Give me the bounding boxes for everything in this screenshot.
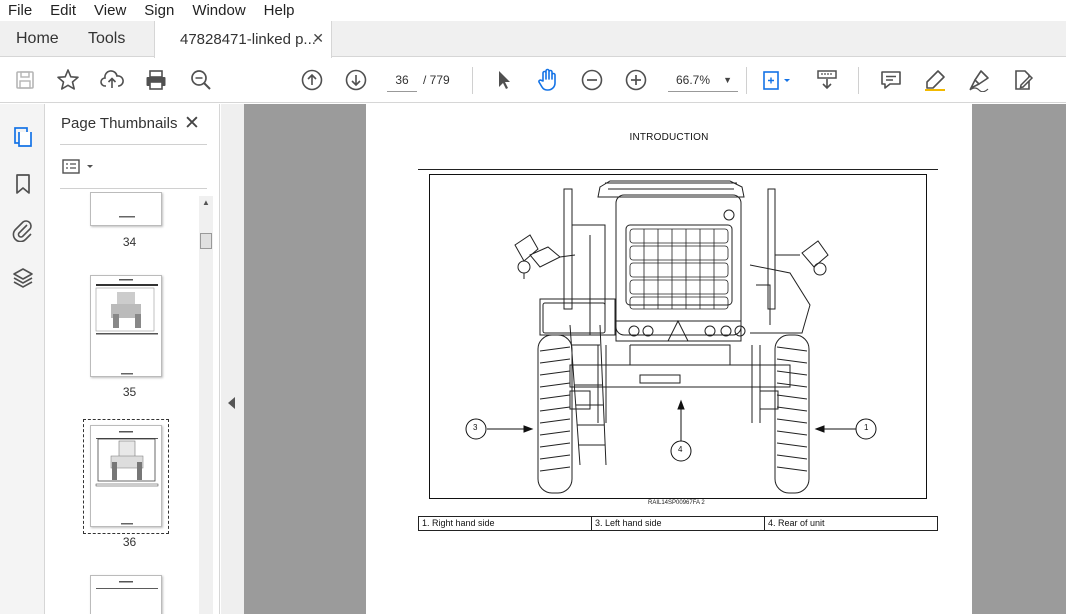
page-header-rule bbox=[418, 169, 938, 170]
tab-document-label: 47828471-linked p... bbox=[180, 31, 316, 48]
caption-cell: 4. Rear of unit bbox=[768, 518, 825, 528]
menu-view[interactable]: View bbox=[94, 2, 126, 19]
thumbnail-page[interactable] bbox=[90, 575, 162, 614]
layers-icon[interactable] bbox=[11, 266, 35, 290]
zoom-out-icon[interactable] bbox=[579, 67, 605, 93]
menu-window[interactable]: Window bbox=[192, 2, 245, 19]
tab-tools[interactable]: Tools bbox=[74, 21, 154, 57]
zoom-level-select[interactable]: 66.7% ▼ bbox=[668, 68, 738, 92]
edit-pdf-icon[interactable] bbox=[1010, 67, 1036, 93]
hand-tool-icon[interactable] bbox=[535, 67, 561, 93]
comment-icon[interactable] bbox=[878, 67, 904, 93]
page-header: INTRODUCTION bbox=[629, 132, 709, 143]
thumbnail-options-menu[interactable] bbox=[62, 158, 98, 176]
document-viewport[interactable]: INTRODUCTION 3 1 4 RAIL14SP00967FA 2 1. … bbox=[244, 104, 1066, 614]
toolbar-divider bbox=[746, 67, 747, 94]
tab-bar: Home Tools 47828471-linked p... ✕ bbox=[0, 21, 1066, 58]
sprayer-rear-view-illustration: 3 1 4 bbox=[429, 174, 927, 499]
figure-reference-code: RAIL14SP00967FA 2 bbox=[648, 500, 705, 506]
toolbar: 36 / 779 66.7% ▼ bbox=[0, 58, 1066, 103]
bookmark-icon[interactable] bbox=[11, 172, 35, 196]
close-icon[interactable]: ✕ bbox=[184, 112, 200, 135]
scrollbar-thumb[interactable] bbox=[200, 233, 212, 249]
thumbnail-scrollbar[interactable]: ▲ bbox=[199, 196, 213, 614]
fit-page-icon[interactable] bbox=[760, 67, 794, 93]
page-number-input[interactable]: 36 bbox=[387, 68, 417, 92]
upload-cloud-icon[interactable] bbox=[99, 67, 125, 93]
zoom-level-value: 66.7% bbox=[676, 73, 711, 87]
attachment-icon[interactable] bbox=[11, 218, 35, 242]
chevron-down-icon: ▼ bbox=[723, 75, 732, 85]
scroll-mode-icon[interactable] bbox=[814, 67, 840, 93]
star-icon[interactable] bbox=[55, 67, 81, 93]
tab-document[interactable]: 47828471-linked p... ✕ bbox=[154, 21, 332, 58]
menu-help[interactable]: Help bbox=[264, 2, 295, 19]
page-thumbnails-panel: Page Thumbnails ✕ 34 35 36 ▲ bbox=[46, 104, 220, 614]
previous-page-icon[interactable] bbox=[299, 67, 325, 93]
navigation-rail bbox=[0, 104, 45, 614]
scroll-up-arrow-icon[interactable]: ▲ bbox=[202, 198, 210, 207]
toolbar-divider bbox=[858, 67, 859, 94]
caption-cell: 3. Left hand side bbox=[592, 517, 765, 530]
menu-bar: File Edit View Sign Window Help bbox=[0, 0, 1066, 21]
caption-cell: 1. Right hand side bbox=[419, 517, 592, 530]
menu-edit[interactable]: Edit bbox=[50, 2, 76, 19]
page-total: / 779 bbox=[423, 73, 450, 87]
caption-table: 1. Right hand side 3. Left hand side 4. … bbox=[418, 516, 938, 531]
callout-1-label: 1 bbox=[864, 423, 869, 432]
callout-3-label: 3 bbox=[473, 423, 478, 432]
thumbnail-page[interactable] bbox=[90, 192, 162, 226]
highlight-pen-icon[interactable] bbox=[922, 67, 948, 93]
thumbnail-page-selected[interactable] bbox=[90, 425, 162, 527]
thumbnail-list[interactable]: 34 35 36 bbox=[60, 192, 199, 614]
tab-close-icon[interactable]: ✕ bbox=[312, 30, 324, 47]
panel-divider bbox=[60, 188, 207, 189]
panel-divider bbox=[60, 144, 207, 145]
thumbnail-page[interactable] bbox=[90, 275, 162, 377]
page-thumbnails-icon[interactable] bbox=[11, 125, 35, 149]
print-icon[interactable] bbox=[143, 67, 169, 93]
collapse-arrow-icon[interactable] bbox=[228, 397, 235, 409]
tab-home[interactable]: Home bbox=[0, 21, 74, 57]
panel-title: Page Thumbnails bbox=[61, 115, 178, 132]
zoom-in-icon[interactable] bbox=[623, 67, 649, 93]
menu-file[interactable]: File bbox=[8, 2, 32, 19]
save-icon[interactable] bbox=[12, 67, 38, 93]
panel-collapse-gutter[interactable] bbox=[221, 104, 244, 614]
document-page: INTRODUCTION 3 1 4 RAIL14SP00967FA 2 1. … bbox=[366, 104, 972, 614]
select-cursor-icon[interactable] bbox=[491, 67, 517, 93]
sign-pen-icon[interactable] bbox=[966, 67, 992, 93]
toolbar-divider bbox=[472, 67, 473, 94]
thumbnail-page-number: 36 bbox=[122, 535, 137, 549]
thumbnail-page-number: 35 bbox=[122, 385, 137, 399]
thumbnail-page-number: 34 bbox=[122, 235, 137, 249]
menu-sign[interactable]: Sign bbox=[144, 2, 174, 19]
next-page-icon[interactable] bbox=[343, 67, 369, 93]
zoom-search-icon[interactable] bbox=[188, 67, 214, 93]
callout-4-label: 4 bbox=[678, 445, 683, 454]
